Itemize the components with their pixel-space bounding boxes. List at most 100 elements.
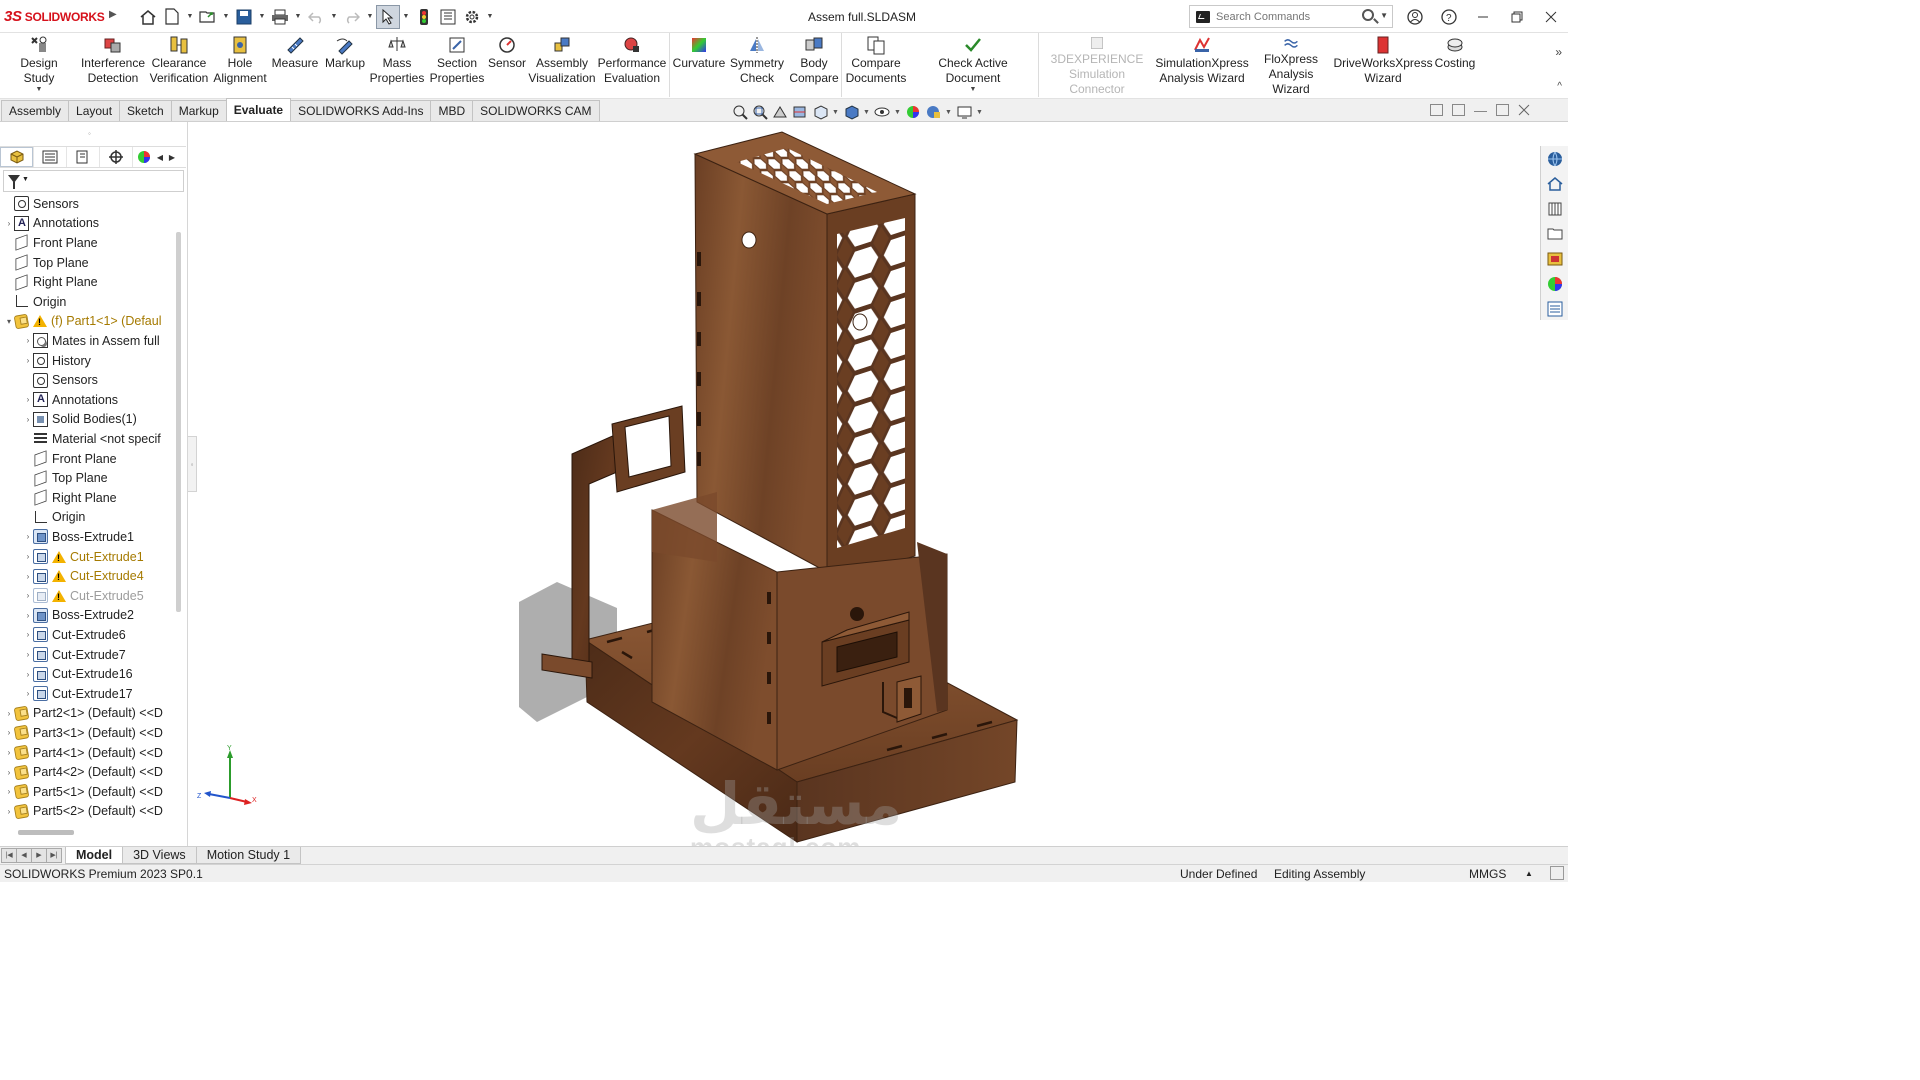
zoom-to-area-icon[interactable] — [752, 104, 769, 120]
expand-toggle-icon[interactable]: › — [23, 415, 33, 424]
hide-show-items-icon[interactable] — [874, 104, 891, 120]
expand-toggle-icon[interactable]: › — [4, 219, 14, 228]
costing-button[interactable]: Costing — [1432, 35, 1478, 97]
panel-grip-icon[interactable]: ◦ — [88, 129, 96, 138]
tree-item[interactable]: › Cut-Extrude5 — [0, 586, 176, 606]
last-tab-icon[interactable]: ▶| — [46, 848, 62, 863]
zoom-to-fit-icon[interactable] — [732, 104, 749, 120]
sensor-button[interactable]: Sensor — [486, 35, 528, 97]
tree-item[interactable]: › Boss-Extrude2 — [0, 606, 176, 626]
file-properties-button[interactable] — [436, 5, 460, 29]
tree-item[interactable]: › Part4<2> (Default) <<D — [0, 762, 176, 782]
help-button[interactable]: ? — [1432, 0, 1466, 33]
undo-button[interactable] — [304, 5, 328, 29]
tree-item[interactable]: › Part2<1> (Default) <<D — [0, 704, 176, 724]
expand-toggle-icon[interactable]: › — [23, 689, 33, 698]
tree-item[interactable]: › Part5<1> (Default) <<D — [0, 782, 176, 802]
search-commands-box[interactable]: ▼ — [1189, 5, 1393, 28]
first-tab-icon[interactable]: |◀ — [1, 848, 17, 863]
select-dropdown-icon[interactable]: ▼ — [400, 13, 412, 20]
display-manager-tab[interactable] — [132, 147, 154, 167]
expand-toggle-icon[interactable]: › — [23, 591, 33, 600]
clearance-verification-button[interactable]: Clearance Verification — [146, 35, 212, 97]
expand-toggle-icon[interactable]: › — [23, 670, 33, 679]
graphics-area[interactable]: Y X Z — [197, 122, 1540, 846]
body-compare-button[interactable]: Body Compare — [788, 35, 840, 97]
panel-collapse-handle[interactable]: ◦ — [188, 436, 197, 492]
open-button[interactable] — [196, 5, 220, 29]
expand-toggle-icon[interactable]: › — [23, 611, 33, 620]
undo-dropdown-icon[interactable]: ▼ — [328, 13, 340, 20]
solidworks-resources-button[interactable] — [1544, 173, 1566, 195]
new-button[interactable] — [160, 5, 184, 29]
tab-assembly[interactable]: Assembly — [1, 100, 70, 121]
floxpress-button[interactable]: FloXpress Analysis Wizard — [1250, 35, 1332, 97]
tab-3d-views[interactable]: 3D Views — [122, 847, 197, 864]
configuration-manager-tab[interactable] — [66, 147, 99, 167]
simulationxpress-button[interactable]: SimulationXpress Analysis Wizard — [1155, 35, 1249, 97]
restore-button[interactable] — [1500, 0, 1534, 33]
apply-scene-icon[interactable] — [925, 104, 942, 120]
tree-item[interactable]: › Cut-Extrude1 — [0, 547, 176, 567]
user-account-button[interactable] — [1398, 0, 1432, 33]
tab-evaluate[interactable]: Evaluate — [225, 98, 292, 121]
expand-toggle-icon[interactable]: › — [23, 572, 33, 581]
tree-item[interactable]: › Cut-Extrude16 — [0, 664, 176, 684]
logo-menu-arrow-icon[interactable]: ▶ — [109, 9, 117, 20]
apply-scene-dropdown-icon[interactable]: ▼ — [945, 109, 953, 116]
search-dropdown-icon[interactable]: ▼ — [1380, 11, 1388, 20]
tab-solidworks-cam[interactable]: SOLIDWORKS CAM — [472, 100, 600, 121]
expand-toggle-icon[interactable]: › — [23, 532, 33, 541]
expand-toggle-icon[interactable]: › — [23, 552, 33, 561]
expand-toggle-icon[interactable]: › — [4, 768, 14, 777]
view-palette-button[interactable] — [1544, 248, 1566, 270]
measure-button[interactable]: Measure — [270, 35, 320, 97]
hole-alignment-button[interactable]: Hole Alignment — [212, 35, 268, 97]
tree-item[interactable]: › Mates in Assem full — [0, 331, 176, 351]
expand-toggle-icon[interactable]: › — [4, 709, 14, 718]
unit-system[interactable]: MMGS — [1469, 867, 1506, 881]
performance-evaluation-button[interactable]: Performance Evaluation — [598, 35, 666, 97]
viewport-restore-icon[interactable] — [1496, 104, 1509, 116]
ribbon-collapse-icon[interactable]: ^ — [1557, 81, 1562, 92]
filter-dropdown-icon[interactable]: ▼ — [22, 176, 29, 183]
view-orientation-dropdown-icon[interactable]: ▼ — [832, 109, 840, 116]
3dexperience-marketplace-button[interactable] — [1544, 148, 1566, 170]
tree-item[interactable]: › Annotations — [0, 214, 176, 234]
check-active-document-button[interactable]: Check Active Document ▼ — [910, 35, 1036, 97]
expand-toggle-icon[interactable]: › — [4, 787, 14, 796]
tree-item[interactable]: › Cut-Extrude6 — [0, 625, 176, 645]
unit-system-dropdown-icon[interactable]: ▲ — [1525, 869, 1533, 878]
expand-toggle-icon[interactable]: › — [4, 748, 14, 757]
solidworks-logo[interactable]: 3S SOLIDWORKS — [4, 8, 105, 25]
close-button[interactable] — [1534, 0, 1568, 33]
tree-item[interactable]: › Cut-Extrude7 — [0, 645, 176, 665]
symmetry-check-button[interactable]: Symmetry Check — [728, 35, 786, 97]
viewport-minimize-icon[interactable] — [1474, 104, 1487, 112]
tab-markup[interactable]: Markup — [170, 100, 227, 121]
tree-item[interactable]: › Part5<2> (Default) <<D — [0, 802, 176, 822]
next-tab-icon[interactable]: ▶ — [31, 848, 47, 863]
curvature-button[interactable]: Curvature — [672, 35, 726, 97]
property-manager-tab[interactable] — [33, 147, 66, 167]
feature-manager-tab[interactable] — [0, 147, 33, 167]
model-viewport[interactable] — [197, 122, 1540, 846]
tab-motion-study-1[interactable]: Motion Study 1 — [195, 847, 302, 864]
view-settings-icon[interactable] — [956, 104, 973, 120]
tree-horizontal-scrollbar[interactable] — [18, 830, 74, 835]
tab-mbd[interactable]: MBD — [430, 100, 474, 121]
check-doc-dropdown-icon[interactable]: ▼ — [970, 86, 977, 94]
tab-model[interactable]: Model — [65, 847, 124, 864]
file-explorer-button[interactable] — [1544, 223, 1566, 245]
markup-button[interactable]: Markup — [322, 35, 368, 97]
tree-item[interactable]: › Boss-Extrude1 — [0, 527, 176, 547]
tree-item[interactable]: Top Plane — [0, 253, 176, 273]
save-dropdown-icon[interactable]: ▼ — [256, 13, 268, 20]
section-properties-button[interactable]: Section Properties — [428, 35, 486, 97]
display-style-dropdown-icon[interactable]: ▼ — [863, 109, 871, 116]
view-orientation-icon[interactable] — [812, 104, 829, 120]
redo-button[interactable] — [340, 5, 364, 29]
tree-item[interactable]: Sensors — [0, 194, 176, 214]
tree-item[interactable]: Right Plane — [0, 488, 176, 508]
tree-item[interactable]: › Part4<1> (Default) <<D — [0, 743, 176, 763]
